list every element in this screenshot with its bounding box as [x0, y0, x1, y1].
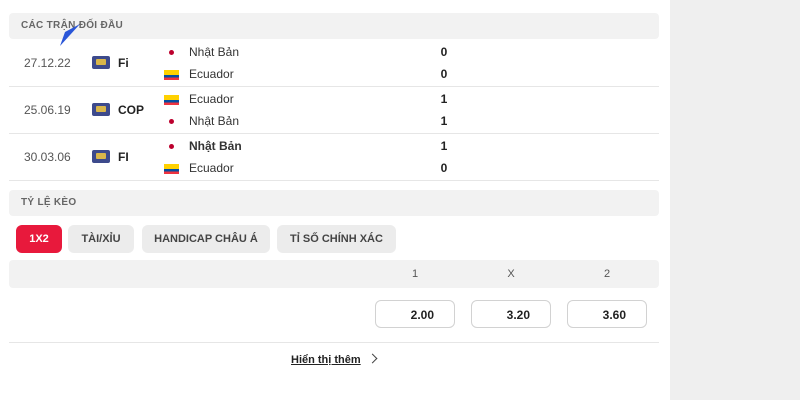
- home-team: Nhật Bản: [164, 136, 242, 156]
- team-name: Nhật Bản: [189, 114, 240, 128]
- team-name: Ecuador: [189, 92, 234, 106]
- home-score: 0: [440, 45, 448, 59]
- odds-column-label: X: [507, 268, 515, 280]
- away-score: 0: [440, 67, 448, 81]
- away-score: 0: [440, 161, 448, 175]
- home-team: Nhật Bản: [164, 42, 239, 62]
- competition-name: Fi: [118, 56, 129, 70]
- tab-asian-handicap[interactable]: HANDICAP CHÂU Á: [142, 225, 270, 253]
- right-side-panel: [670, 0, 800, 400]
- odds-home-button[interactable]: 2.00: [375, 300, 455, 328]
- odds-column-header: 1 X 2: [9, 260, 659, 288]
- odds-section-header: TỶ LỆ KÈO: [9, 190, 659, 216]
- trophy-icon: [92, 56, 110, 69]
- section-divider: [9, 342, 659, 343]
- team-name: Nhật Bản: [189, 139, 242, 153]
- match-date: 25.06.19: [24, 103, 71, 117]
- ecuador-flag-icon: [164, 94, 179, 105]
- odds-title: TỶ LỆ KÈO: [21, 197, 77, 208]
- match-row[interactable]: 25.06.19 COP Ecuador Nhật Bản 1 1: [9, 87, 659, 134]
- tab-over-under[interactable]: TÀI/XỈU: [68, 225, 134, 253]
- tab-1x2[interactable]: 1X2: [16, 225, 62, 253]
- show-more-link[interactable]: Hiển thị thêm: [291, 353, 378, 370]
- ecuador-flag-icon: [164, 69, 179, 80]
- away-team: Ecuador: [164, 64, 234, 84]
- trophy-icon: [92, 103, 110, 116]
- home-score: 1: [440, 139, 448, 153]
- odds-draw-button[interactable]: 3.20: [471, 300, 551, 328]
- match-row[interactable]: 30.03.06 FI Nhật Bản Ecuador 1 0: [9, 134, 659, 181]
- odds-away-button[interactable]: 3.60: [567, 300, 647, 328]
- japan-flag-icon: [164, 48, 179, 58]
- team-name: Ecuador: [189, 67, 234, 81]
- match-row[interactable]: 27.12.22 Fi Nhật Bản Ecuador 0 0: [9, 40, 659, 87]
- away-team: Nhật Bản: [164, 111, 239, 131]
- japan-flag-icon: [164, 117, 179, 127]
- match-date: 30.03.06: [24, 150, 71, 164]
- team-name: Nhật Bản: [189, 45, 240, 59]
- tab-correct-score[interactable]: TỈ SỐ CHÍNH XÁC: [277, 225, 396, 253]
- odds-column-label: 2: [603, 268, 611, 280]
- home-team: Ecuador: [164, 89, 234, 109]
- japan-flag-icon: [164, 142, 179, 152]
- away-team: Ecuador: [164, 158, 234, 178]
- away-score: 1: [440, 114, 448, 128]
- chevron-right-icon: [367, 353, 378, 364]
- team-name: Ecuador: [189, 161, 234, 175]
- ecuador-flag-icon: [164, 163, 179, 174]
- trophy-icon: [92, 150, 110, 163]
- cursor-arrow-icon: [60, 24, 80, 46]
- h2h-section-header: CÁC TRẬN ĐỐI ĐẦU: [9, 13, 659, 39]
- home-score: 1: [440, 92, 448, 106]
- odds-column-label: 1: [411, 268, 419, 280]
- competition-name: FI: [118, 150, 129, 164]
- show-more-label: Hiển thị thêm: [291, 354, 361, 366]
- competition-name: COP: [118, 103, 145, 117]
